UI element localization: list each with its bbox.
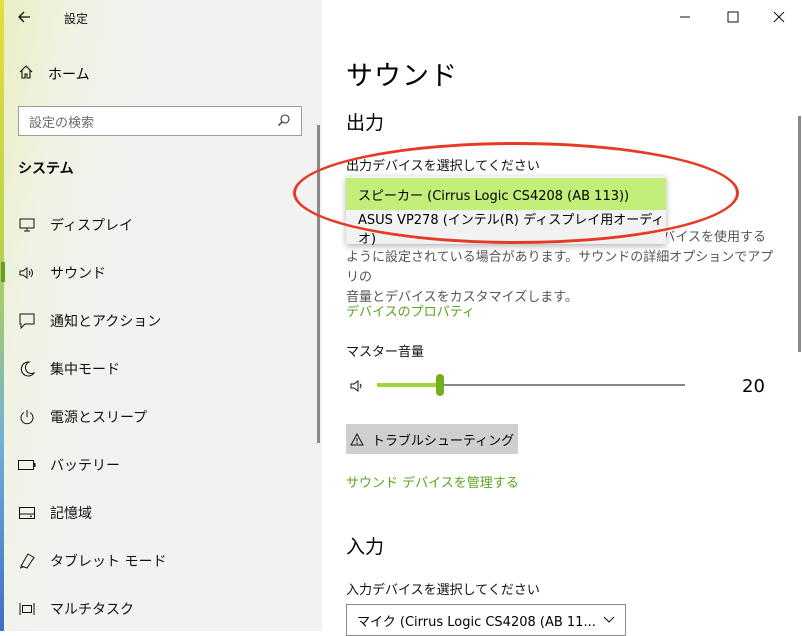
sidebar-item-notifications[interactable]: 通知とアクション <box>0 302 322 340</box>
volume-icon[interactable] <box>350 378 366 397</box>
volume-value: 20 <box>742 376 765 397</box>
back-arrow-icon <box>18 11 30 23</box>
maximize-icon <box>727 11 739 23</box>
sidebar: 設定 ホーム 設定の検索 システム ディスプレイ サウンド 通知とアクション 集… <box>0 0 322 631</box>
battery-icon <box>18 460 36 470</box>
notification-icon <box>18 313 36 329</box>
description-line: ように設定されている場合があります。サウンドの詳細オプションでアプリの <box>346 250 774 285</box>
sidebar-item-label: 電源とスリープ <box>50 410 148 426</box>
sidebar-item-label: 記憶域 <box>50 506 92 522</box>
sidebar-item-label: マルチタスク <box>50 602 134 618</box>
sidebar-item-label: 通知とアクション <box>50 314 162 330</box>
search-input[interactable]: 設定の検索 <box>18 106 302 136</box>
sidebar-item-label: 集中モード <box>50 362 120 378</box>
troubleshoot-button[interactable]: トラブルシューティング <box>346 424 518 454</box>
output-option-speaker[interactable]: スピーカー (Cirrus Logic CS4208 (AB 113)) <box>346 178 666 210</box>
home-icon <box>18 64 34 84</box>
display-icon <box>18 218 36 232</box>
input-heading: 入力 <box>346 536 385 558</box>
troubleshoot-label: トラブルシューティング <box>371 433 515 449</box>
sidebar-item-power[interactable]: 電源とスリープ <box>0 398 322 436</box>
close-icon <box>773 11 785 23</box>
device-properties-link[interactable]: デバイスのプロパティ <box>346 301 475 320</box>
minimize-icon <box>680 16 690 18</box>
sidebar-item-label: タブレット モード <box>50 554 167 570</box>
sidebar-item-focus[interactable]: 集中モード <box>0 350 322 388</box>
sidebar-item-sound[interactable]: サウンド <box>0 254 322 292</box>
search-icon <box>277 112 291 131</box>
input-device-value: マイク (Cirrus Logic CS4208 (AB 11... <box>357 614 596 630</box>
close-button[interactable] <box>756 4 802 30</box>
output-option-asus[interactable]: ASUS VP278 (インテル(R) ディスプレイ用オーディオ) <box>346 212 666 247</box>
window-title: 設定 <box>64 12 89 26</box>
section-title: システム <box>18 161 74 177</box>
storage-icon <box>18 507 36 519</box>
sidebar-item-label: ディスプレイ <box>50 218 134 234</box>
warning-icon <box>350 432 364 445</box>
sidebar-item-home[interactable]: ホーム <box>18 64 90 84</box>
volume-slider-fill <box>377 383 440 387</box>
input-device-label: 入力デバイスを選択してください <box>346 583 540 598</box>
speaker-icon <box>18 266 36 280</box>
output-heading: 出力 <box>346 112 385 134</box>
input-device-select[interactable]: マイク (Cirrus Logic CS4208 (AB 11... <box>346 604 626 636</box>
multitask-icon <box>18 602 36 616</box>
manage-devices-link[interactable]: サウンド デバイスを管理する <box>346 472 519 491</box>
chevron-down-icon <box>603 616 615 623</box>
sidebar-scrollbar[interactable] <box>317 125 320 443</box>
moon-icon <box>18 361 36 377</box>
main-content: サウンド 出力 出力デバイスを選択してください デバイスを使用する ように設定さ… <box>322 0 802 636</box>
maximize-button[interactable] <box>710 4 756 30</box>
sidebar-item-battery[interactable]: バッテリー <box>0 446 322 484</box>
output-device-dropdown[interactable]: スピーカー (Cirrus Logic CS4208 (AB 113)) ASU… <box>346 176 666 247</box>
sidebar-item-multitask[interactable]: マルチタスク <box>0 590 322 628</box>
back-button[interactable] <box>14 6 38 28</box>
main-scrollbar[interactable] <box>798 116 801 352</box>
sidebar-item-tablet[interactable]: タブレット モード <box>0 542 322 580</box>
sidebar-item-label: バッテリー <box>50 458 120 474</box>
output-device-label: 出力デバイスを選択してください <box>346 159 540 174</box>
power-icon <box>18 409 36 425</box>
page-title: サウンド <box>346 61 458 92</box>
volume-slider-thumb[interactable] <box>436 374 444 396</box>
sidebar-item-label: サウンド <box>50 266 106 282</box>
sidebar-item-storage[interactable]: 記憶域 <box>0 494 322 532</box>
sidebar-home-label: ホーム <box>48 67 90 83</box>
search-placeholder: 設定の検索 <box>29 115 95 131</box>
minimize-button[interactable] <box>662 4 708 30</box>
tablet-icon <box>18 553 36 569</box>
sidebar-item-display[interactable]: ディスプレイ <box>0 206 322 244</box>
master-volume-label: マスター音量 <box>346 345 425 360</box>
